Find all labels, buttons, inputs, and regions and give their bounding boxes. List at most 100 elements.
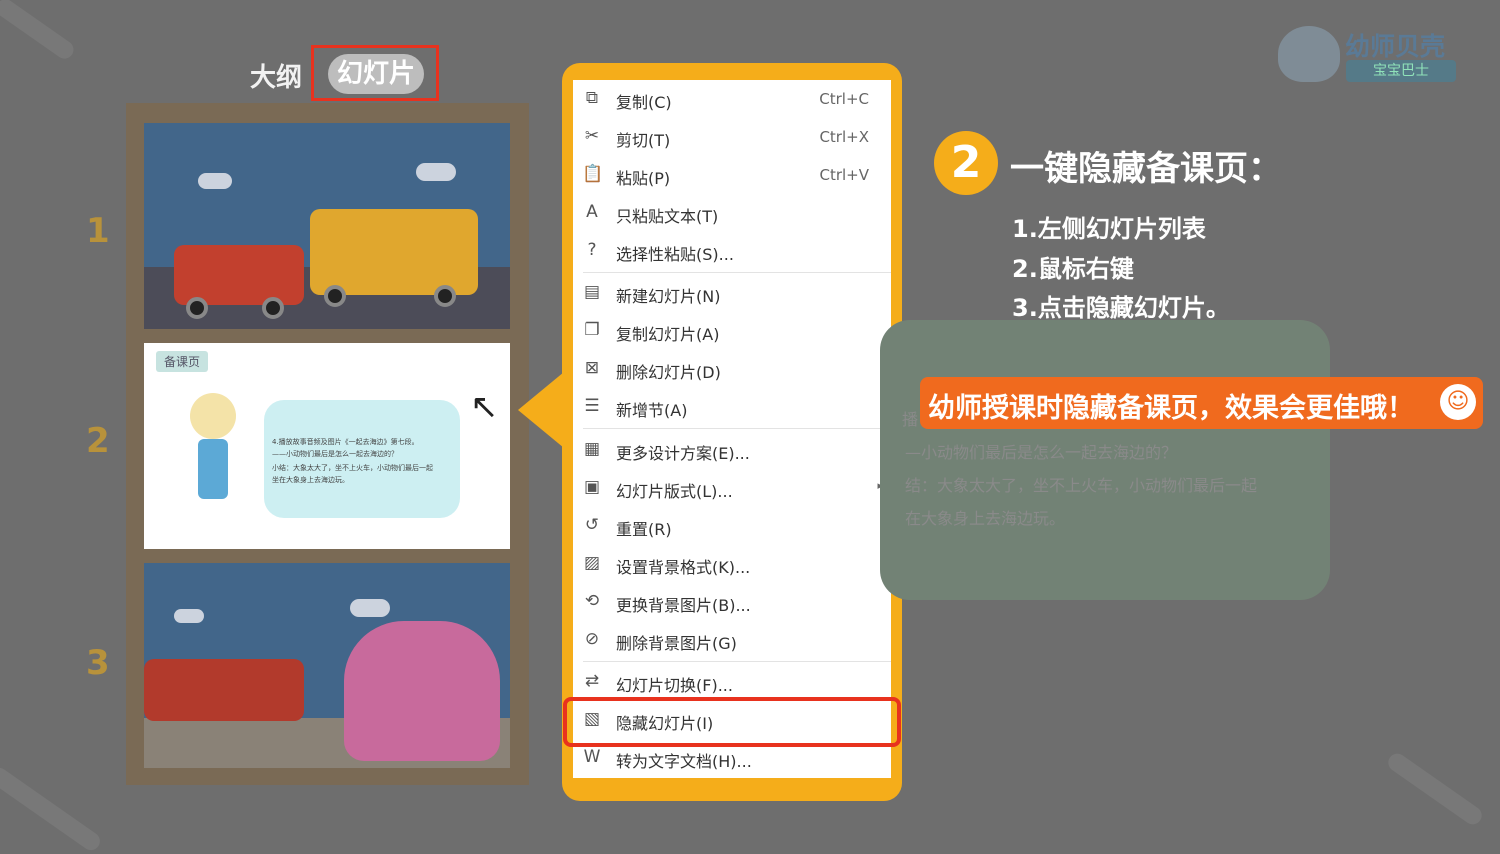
tip-text: 幼师授课时隐藏备课页，效果会更佳哦！ — [928, 393, 1414, 424]
menu-separator — [583, 661, 891, 662]
decorative-stripe — [0, 0, 78, 63]
wheel — [324, 285, 346, 307]
transition-icon: ⇄ — [584, 671, 600, 691]
menu-item-background-format[interactable]: ▨ 设置背景格式(K)... — [573, 546, 891, 582]
menu-item-delete-background[interactable]: ⊘ 删除背景图片(G) — [573, 622, 891, 658]
character-illustration — [186, 393, 236, 513]
menu-item-label: 重置(R) — [616, 520, 672, 539]
slide-thumbnail-panel: 1 2 3 备课页 4.播放故事音频及图片《一起去海边》第七段。 ——小动物们最… — [86, 103, 529, 785]
menu-item-label: 幻灯片版式(L)... — [616, 482, 733, 501]
design-icon: ▦ — [583, 439, 601, 459]
red-car-illustration — [174, 245, 304, 305]
menu-pointer — [518, 372, 564, 448]
menu-item-paste-text[interactable]: A 只粘贴文本(T) — [573, 195, 891, 231]
paste-special-icon: ? — [587, 240, 597, 260]
train-illustration — [144, 659, 304, 721]
step-number-badge: 2 — [934, 131, 998, 195]
delete-slide-icon: ⊠ — [584, 358, 600, 378]
menu-item-label: 更多设计方案(E)... — [616, 444, 750, 463]
menu-item-slide-layout[interactable]: ▣ 幻灯片版式(L)... ▸ — [573, 470, 891, 506]
logo-name: 幼师贝壳 — [1345, 32, 1446, 61]
cloud — [416, 163, 456, 181]
bubble-text-line: ——小动物们最后是怎么一起去海边的？ — [272, 450, 398, 458]
menu-item-shortcut: Ctrl+V — [819, 166, 869, 184]
menu-item-transition[interactable]: ⇄ 幻灯片切换(F)... — [573, 664, 891, 700]
background-text-line: —小动物们最后是怎么一起去海边的？ — [905, 443, 1178, 462]
tab-outline[interactable]: 大纲 — [250, 57, 302, 94]
menu-item-label: 复制幻灯片(A) — [616, 325, 720, 344]
prep-page-badge: 备课页 — [156, 351, 209, 372]
menu-item-paste-special[interactable]: ? 选择性粘贴(S)... — [573, 233, 891, 269]
menu-item-label: 复制(C) — [616, 93, 672, 112]
menu-item-change-background[interactable]: ⟲ 更换背景图片(B)... — [573, 584, 891, 620]
menu-item-label: 删除幻灯片(D) — [616, 363, 721, 382]
bubble-text-line: 4.播放故事音频及图片《一起去海边》第七段。 — [272, 438, 419, 446]
background-text-fragment: 播 — [902, 410, 919, 429]
menu-item-label: 剪切(T) — [616, 131, 671, 150]
instruction-step: 1.左侧幻灯片列表 — [1012, 215, 1206, 243]
wheel — [262, 297, 284, 319]
slide-thumbnail-2[interactable]: 备课页 4.播放故事音频及图片《一起去海边》第七段。 ——小动物们最后是怎么一起… — [144, 343, 510, 549]
menu-item-new-slide[interactable]: ▤ 新建幻灯片(N) — [573, 275, 891, 311]
menu-item-label: 幻灯片切换(F)... — [616, 676, 733, 695]
menu-item-label: 更换背景图片(B)... — [616, 596, 751, 615]
cloud — [174, 609, 204, 623]
menu-item-delete-slide[interactable]: ⊠ 删除幻灯片(D) — [573, 351, 891, 387]
tab-slides[interactable]: 幻灯片 — [328, 54, 424, 94]
speech-bubble: 4.播放故事音频及图片《一起去海边》第七段。 ——小动物们最后是怎么一起去海边的… — [264, 400, 460, 518]
menu-item-more-designs[interactable]: ▦ 更多设计方案(E)... — [573, 432, 891, 468]
decorative-stripe — [1384, 750, 1486, 828]
clipboard-icon: 📋 — [582, 164, 604, 184]
menu-item-label: 删除背景图片(G) — [616, 634, 737, 653]
word-doc-icon: W — [583, 747, 601, 767]
menu-item-label: 只粘贴文本(T) — [616, 207, 719, 226]
slide-number: 3 — [86, 643, 110, 683]
menu-item-label: 新建幻灯片(N) — [616, 287, 721, 306]
decorative-stripe — [0, 764, 104, 854]
menu-item-paste[interactable]: 📋 粘贴(P) Ctrl+V — [573, 157, 891, 193]
menu-item-cut[interactable]: ✂ 剪切(T) Ctrl+X — [573, 119, 891, 155]
slide-number: 2 — [86, 421, 110, 461]
slide-number: 1 — [86, 211, 110, 251]
copy-icon: ⧉ — [585, 88, 599, 108]
cloud — [350, 599, 390, 617]
new-slide-icon: ▤ — [583, 282, 601, 302]
cloud — [198, 173, 232, 189]
context-menu: ⧉ 复制(C) Ctrl+C ✂ 剪切(T) Ctrl+X 📋 粘贴(P) Ct… — [573, 80, 891, 778]
reset-icon: ↺ — [584, 515, 600, 535]
menu-item-label: 新增节(A) — [616, 401, 688, 420]
menu-item-duplicate-slide[interactable]: ❐ 复制幻灯片(A) — [573, 313, 891, 349]
mouse-cursor-icon: ↖ — [470, 387, 499, 427]
bus-illustration — [310, 209, 478, 295]
menu-item-label: 粘贴(P) — [616, 169, 671, 188]
background-format-icon: ▨ — [583, 553, 601, 573]
duplicate-slide-icon: ❐ — [584, 320, 600, 340]
menu-item-copy[interactable]: ⧉ 复制(C) Ctrl+C — [573, 81, 891, 117]
background-text-line: 在大象身上去海边玩。 — [905, 509, 1066, 528]
background-text-line: 结：大象太大了，坐不上火车，小动物们最后一起 — [905, 476, 1258, 495]
slide-thumbnail-1[interactable] — [144, 123, 510, 329]
menu-item-new-section[interactable]: ☰ 新增节(A) — [573, 389, 891, 425]
menu-item-label: 选择性粘贴(S)... — [616, 245, 734, 264]
paste-text-icon: A — [586, 202, 598, 222]
instruction-step: 2.鼠标右键 — [1012, 255, 1134, 283]
logo-subtitle: 宝宝巴士 — [1346, 60, 1456, 82]
hide-slide-highlight — [563, 697, 901, 747]
logo-icon — [1278, 26, 1340, 82]
elephant-illustration — [344, 621, 500, 761]
menu-item-label: 设置背景格式(K)... — [616, 558, 751, 577]
delete-background-icon: ⊘ — [584, 629, 600, 649]
menu-item-shortcut: Ctrl+C — [819, 90, 869, 108]
instruction-step: 3.点击隐藏幻灯片。 — [1012, 294, 1230, 322]
menu-item-shortcut: Ctrl+X — [819, 128, 869, 146]
menu-item-label: 转为文字文档(H)... — [616, 752, 752, 771]
menu-item-reset[interactable]: ↺ 重置(R) — [573, 508, 891, 544]
scissors-icon: ✂ — [584, 126, 600, 146]
slide-thumbnail-3[interactable] — [144, 563, 510, 768]
menu-separator — [583, 428, 891, 429]
bubble-text-line: 坐在大象身上去海边玩。 — [272, 476, 349, 484]
bubble-text-line: 小结：大象太大了，坐不上火车，小动物们最后一起 — [272, 464, 433, 472]
new-section-icon: ☰ — [584, 396, 600, 416]
menu-separator — [583, 272, 891, 273]
change-background-icon: ⟲ — [584, 591, 600, 611]
